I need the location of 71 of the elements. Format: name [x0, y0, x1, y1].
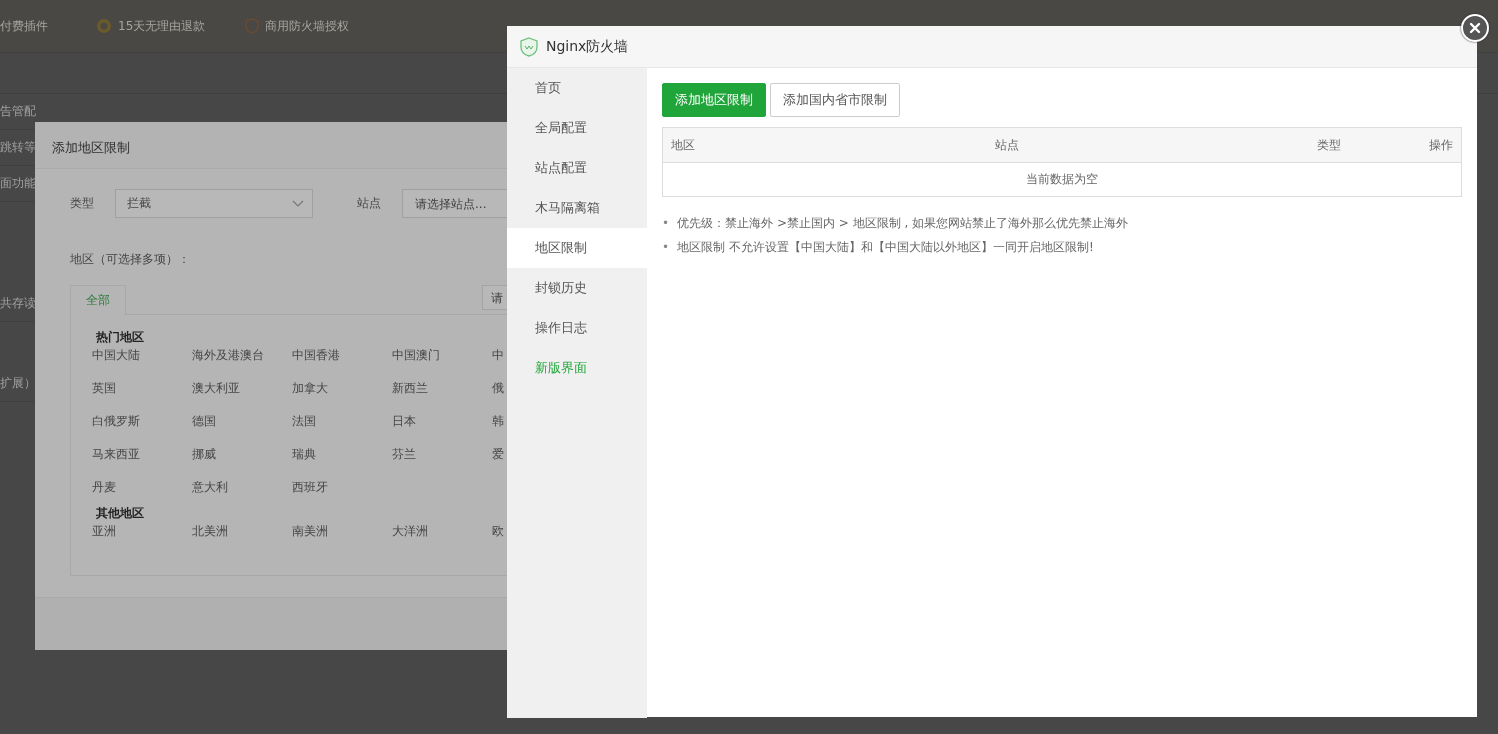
- column-header: 操作: [1428, 136, 1453, 154]
- close-icon: [1469, 22, 1481, 34]
- list-text: 告管配: [0, 104, 36, 118]
- region-option[interactable]: 韩: [492, 413, 504, 429]
- group-title: 其他地区: [96, 505, 145, 522]
- site-field[interactable]: 请选择站点...: [402, 189, 507, 218]
- note-text: 地区限制 不允许设置【中国大陆】和【中国大陆以外地区】一同开启地区限制!: [677, 239, 1094, 255]
- region-option[interactable]: 日本: [392, 413, 416, 429]
- column-header: 站点: [995, 136, 1020, 154]
- list-text: 跳转等: [0, 140, 36, 154]
- region-option[interactable]: 中国香港: [292, 347, 340, 363]
- nav-item[interactable]: 全局配置: [507, 108, 647, 148]
- region-option[interactable]: 海外及港澳台: [192, 347, 264, 363]
- region-option[interactable]: 英国: [92, 380, 116, 396]
- region-option[interactable]: 德国: [192, 413, 216, 429]
- region-option[interactable]: 芬兰: [392, 446, 416, 462]
- region-option[interactable]: 欧: [492, 523, 504, 539]
- dialog-title: 添加地区限制: [52, 140, 130, 155]
- chevron-icon: [292, 199, 305, 208]
- region-option[interactable]: 西班牙: [292, 479, 328, 495]
- region-option[interactable]: 新西兰: [392, 380, 428, 396]
- region-option[interactable]: 瑞典: [292, 446, 316, 462]
- list-text: 共存读: [0, 296, 36, 310]
- region-option[interactable]: 加拿大: [292, 380, 328, 396]
- add-button[interactable]: 添加地区限制: [662, 83, 766, 117]
- nav-item[interactable]: 封锁历史: [507, 268, 647, 308]
- type-label: 类型: [70, 195, 95, 212]
- region-option[interactable]: 大洋洲: [392, 523, 428, 539]
- coin-icon: [96, 18, 112, 34]
- add-button[interactable]: 添加国内省市限制: [770, 83, 900, 117]
- nav-item[interactable]: 地区限制: [507, 228, 647, 268]
- region-option[interactable]: 亚洲: [92, 523, 116, 539]
- nav-item[interactable]: 首页: [507, 68, 647, 108]
- nav-item[interactable]: 站点配置: [507, 148, 647, 188]
- modal-title: Nginx防火墙: [546, 37, 629, 56]
- top-bar-text[interactable]: 15天无理由退款: [118, 17, 206, 35]
- region-option[interactable]: 马来西亚: [92, 446, 140, 462]
- region-option[interactable]: 俄: [492, 380, 504, 396]
- region-option[interactable]: 北美洲: [192, 523, 228, 539]
- region-option[interactable]: 意大利: [192, 479, 228, 495]
- region-option[interactable]: 南美洲: [292, 523, 328, 539]
- region-option[interactable]: 中国大陆: [92, 347, 140, 363]
- search-field[interactable]: 请: [482, 285, 507, 310]
- list-text: 扩展）: [0, 376, 36, 390]
- region-label: 地区（可选择多项）：: [70, 251, 191, 268]
- region-option[interactable]: 挪威: [192, 446, 216, 462]
- list-text: 面功能: [0, 176, 36, 190]
- region-option[interactable]: 澳大利亚: [192, 380, 240, 396]
- empty-message: 当前数据为空: [1026, 171, 1098, 188]
- region-option[interactable]: 法国: [292, 413, 316, 429]
- region-option[interactable]: 爱: [492, 446, 504, 462]
- nav-item[interactable]: 木马隔离箱: [507, 188, 647, 228]
- region-tab[interactable]: 全部: [70, 285, 126, 315]
- region-option[interactable]: 白俄罗斯: [92, 413, 140, 429]
- top-bar-text[interactable]: 商用防火墙授权: [265, 17, 350, 35]
- region-option[interactable]: 丹麦: [92, 479, 116, 495]
- note-text: 优先级：禁止海外 >禁止国内 > 地区限制 , 如果您网站禁止了海外那么优先禁止海外: [677, 215, 1129, 231]
- site-label: 站点: [357, 195, 383, 212]
- top-bar-text[interactable]: 付费插件: [0, 17, 48, 35]
- shield-icon: [245, 18, 260, 34]
- column-header: 类型: [1317, 136, 1342, 154]
- type-select[interactable]: 拦截: [114, 189, 314, 218]
- column-header: 地区: [671, 136, 696, 154]
- group-title: 热门地区: [96, 329, 145, 346]
- nav-item[interactable]: 操作日志: [507, 308, 647, 348]
- region-option[interactable]: 中国澳门: [392, 347, 440, 363]
- nav-item[interactable]: 新版界面: [507, 348, 647, 388]
- region-option[interactable]: 中: [492, 347, 504, 363]
- bullet-mark: •: [662, 239, 670, 255]
- bullet-mark: •: [662, 215, 670, 231]
- shield-icon: [520, 36, 538, 57]
